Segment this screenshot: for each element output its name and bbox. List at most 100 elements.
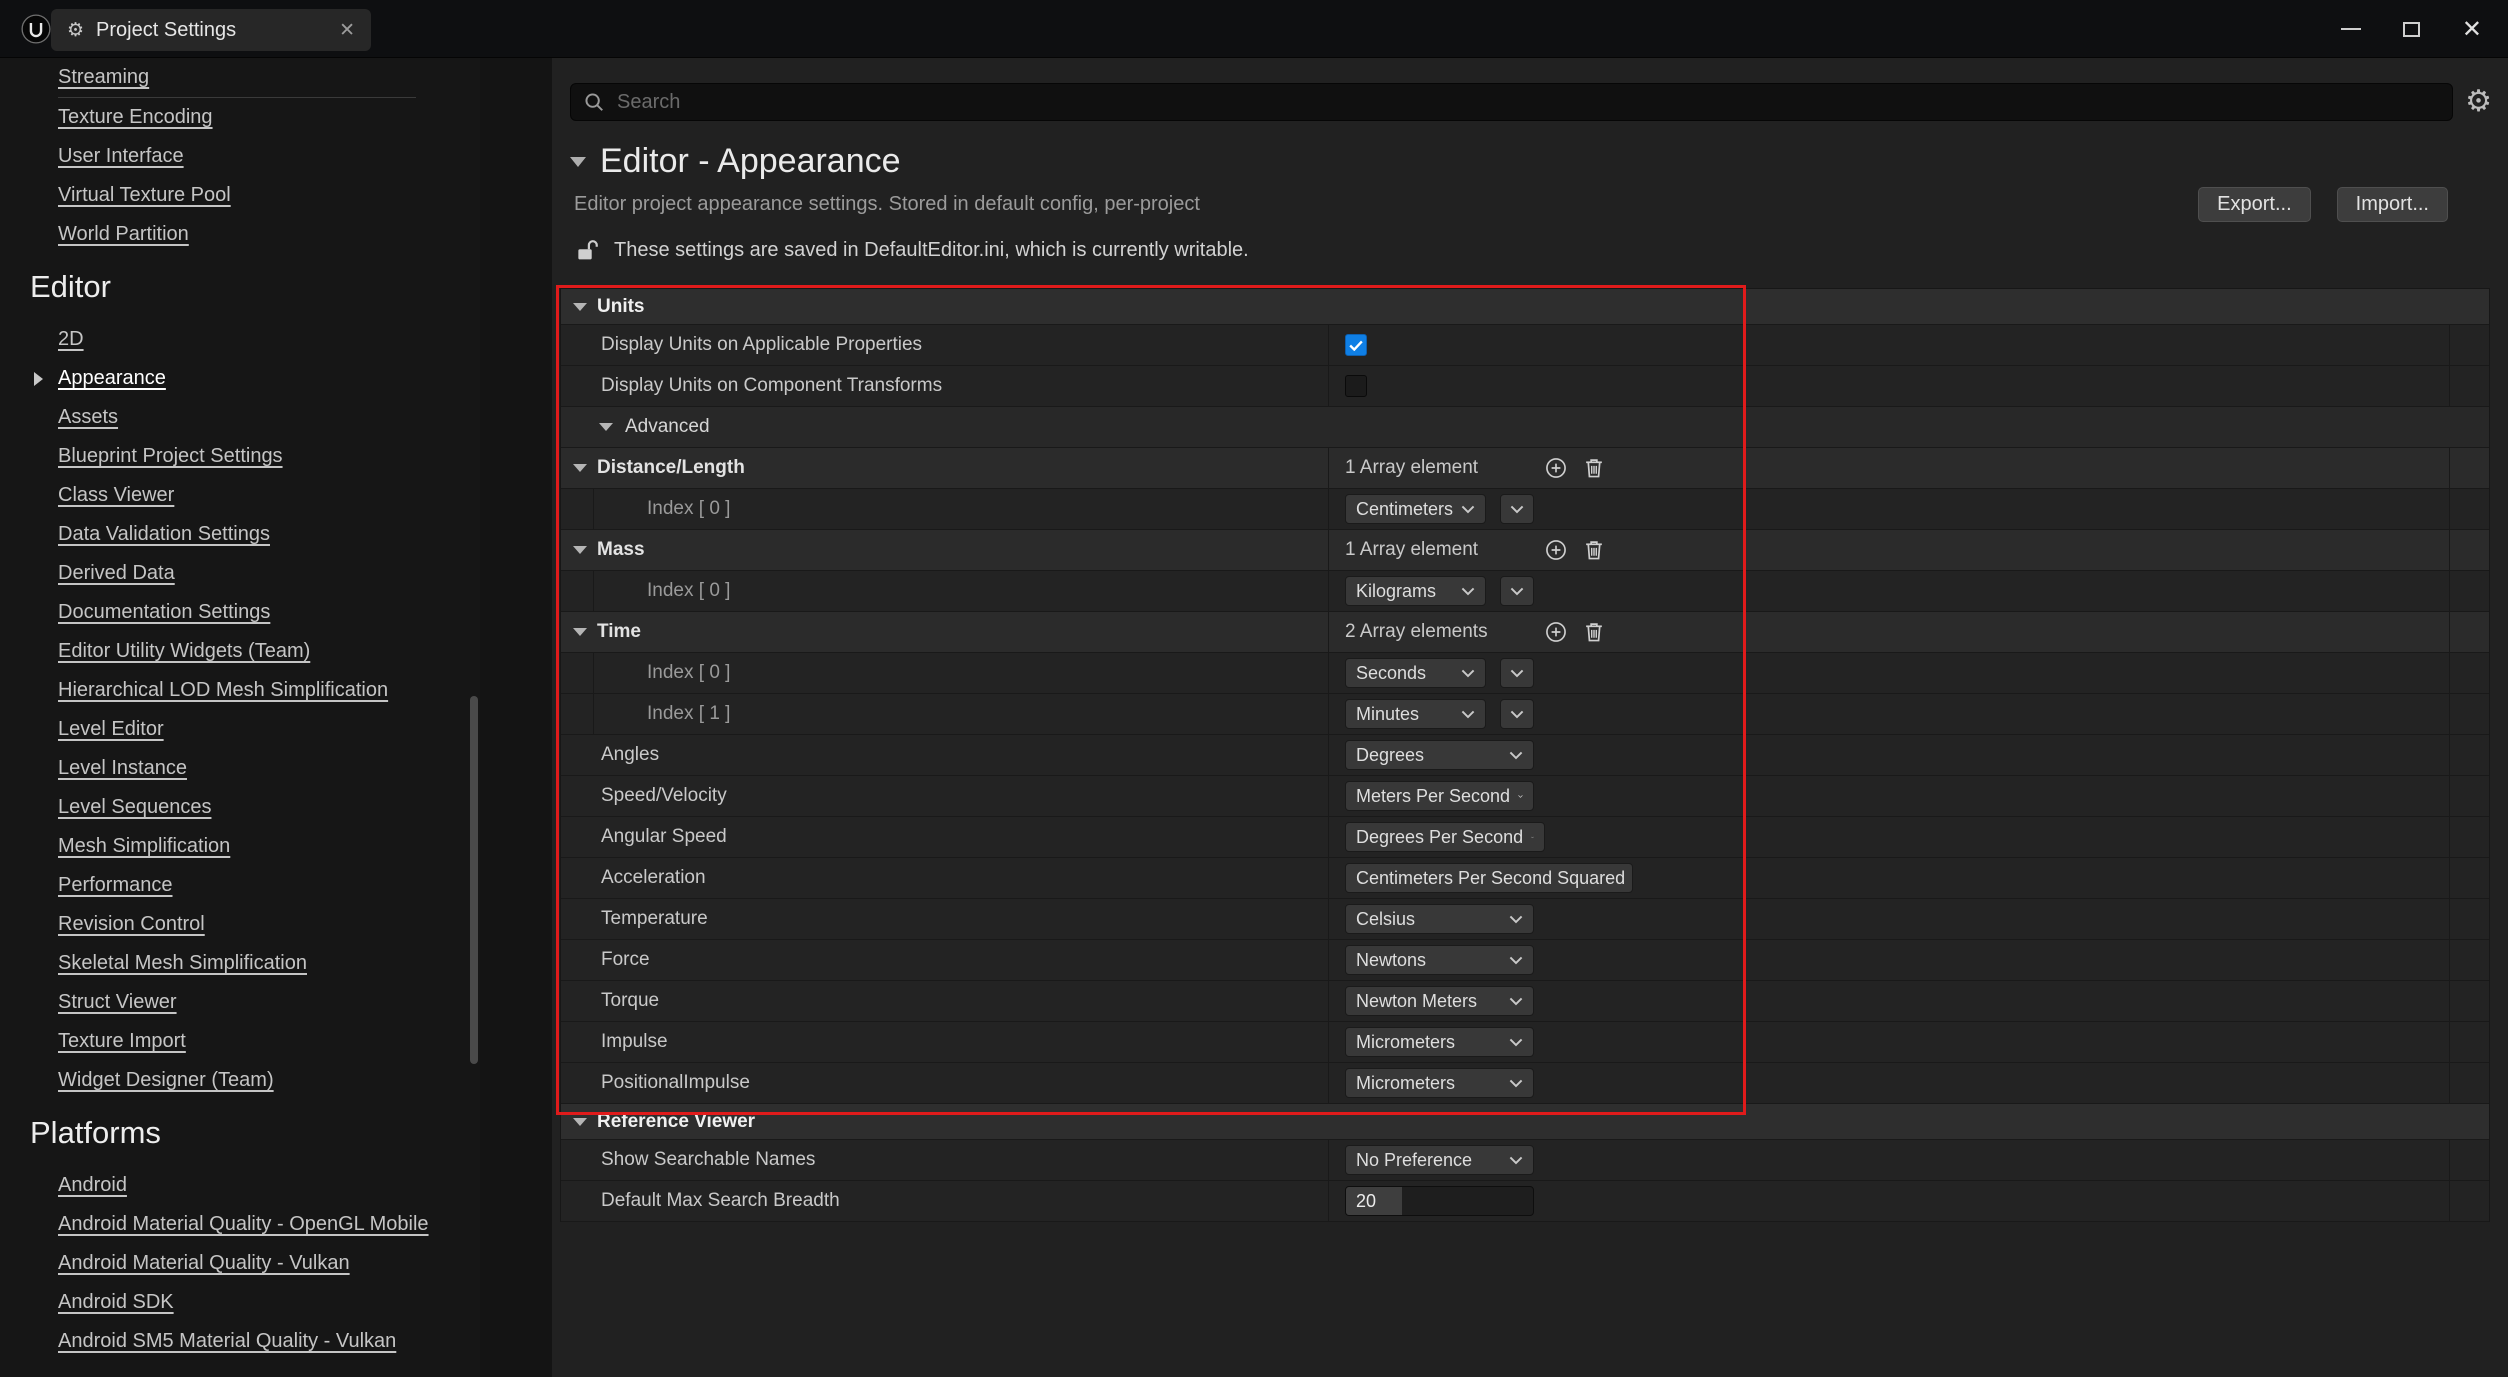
sidebar-item-data-validation-settings[interactable]: Data Validation Settings [0, 515, 480, 554]
reset-column [2449, 366, 2489, 406]
sidebar-item-texture-encoding[interactable]: Texture Encoding [0, 98, 480, 137]
minimize-icon[interactable] [2341, 28, 2361, 30]
section-header-units[interactable]: Units [561, 289, 2489, 325]
import-button[interactable]: Import... [2337, 187, 2448, 222]
sidebar-item-editor-utility-widgets-team[interactable]: Editor Utility Widgets (Team) [0, 632, 480, 671]
collapse-arrow-icon[interactable] [570, 157, 586, 167]
add-element-button[interactable] [1543, 455, 1569, 481]
sidebar-item-class-viewer[interactable]: Class Viewer [0, 476, 480, 515]
reset-column [2449, 858, 2489, 898]
sidebar-item-virtual-texture-pool[interactable]: Virtual Texture Pool [0, 176, 480, 215]
sidebar-item-documentation-settings[interactable]: Documentation Settings [0, 593, 480, 632]
empty-array-button[interactable] [1581, 619, 1607, 645]
show-searchable-names-dropdown[interactable]: No Preference [1345, 1145, 1534, 1175]
sidebar-item-performance[interactable]: Performance [0, 866, 480, 905]
indent-guide [593, 653, 594, 693]
tab-project-settings[interactable]: ⚙ Project Settings ✕ [51, 9, 371, 51]
export-button[interactable]: Export... [2198, 187, 2310, 222]
torque-dropdown[interactable]: Newton Meters [1345, 986, 1534, 1016]
angular-speed-dropdown[interactable]: Degrees Per Second [1345, 822, 1545, 852]
empty-array-button[interactable] [1581, 455, 1607, 481]
reset-column [2449, 940, 2489, 980]
selected-arrow-icon [34, 372, 43, 386]
array-row-distance-length[interactable]: Distance/Length 1 Array element [561, 448, 2489, 489]
sidebar-item-android-sm5-material-quality-vulkan[interactable]: Android SM5 Material Quality - Vulkan [0, 1322, 480, 1361]
sidebar-item-android[interactable]: Android [0, 1166, 480, 1205]
maximize-icon[interactable] [2403, 22, 2420, 37]
add-element-button[interactable] [1543, 619, 1569, 645]
element-options-button[interactable] [1500, 494, 1534, 524]
sidebar-item-level-editor[interactable]: Level Editor [0, 710, 480, 749]
acceleration-dropdown[interactable]: Centimeters Per Second Squared [1345, 863, 1633, 893]
sidebar-item-user-interface[interactable]: User Interface [0, 137, 480, 176]
array-index-row: Index [ 1 ] Minutes [561, 694, 2489, 735]
add-element-button[interactable] [1543, 537, 1569, 563]
default-max-search-breadth-input[interactable]: 20 [1345, 1186, 1534, 1216]
sidebar-item-widget-designer-team[interactable]: Widget Designer (Team) [0, 1061, 480, 1100]
time-0-dropdown[interactable]: Seconds [1345, 658, 1486, 688]
sidebar-item-appearance[interactable]: Appearance [0, 359, 480, 398]
distance-length-0-dropdown[interactable]: Centimeters [1345, 494, 1486, 524]
sidebar-item-texture-import[interactable]: Texture Import [0, 1022, 480, 1061]
empty-array-button[interactable] [1581, 537, 1607, 563]
array-count: 2 Array elements [1345, 621, 1531, 643]
sidebar-scrollbar-thumb[interactable] [470, 696, 478, 1064]
search-input[interactable] [615, 90, 2440, 115]
angles-dropdown[interactable]: Degrees [1345, 740, 1534, 770]
temperature-dropdown[interactable]: Celsius [1345, 904, 1534, 934]
sidebar-item-android-material-quality-vulkan[interactable]: Android Material Quality - Vulkan [0, 1244, 480, 1283]
sidebar-item-skeletal-mesh-simplification[interactable]: Skeletal Mesh Simplification [0, 944, 480, 983]
impulse-dropdown[interactable]: Micrometers [1345, 1027, 1534, 1057]
display-units-applicable-checkbox[interactable] [1345, 334, 1367, 356]
sidebar-item-struct-viewer[interactable]: Struct Viewer [0, 983, 480, 1022]
setting-row-angular-speed: Angular Speed Degrees Per Second [561, 817, 2489, 858]
display-units-transforms-checkbox[interactable] [1345, 375, 1367, 397]
sidebar-item-hierarchical-lod-mesh-simplification[interactable]: Hierarchical LOD Mesh Simplification [0, 671, 480, 710]
sidebar-item-android-sdk[interactable]: Android SDK [0, 1283, 480, 1322]
section-title: Reference Viewer [597, 1111, 755, 1133]
element-options-button[interactable] [1500, 658, 1534, 688]
sidebar-item-mesh-simplification[interactable]: Mesh Simplification [0, 827, 480, 866]
sidebar-item-level-sequences[interactable]: Level Sequences [0, 788, 480, 827]
speed-velocity-dropdown[interactable]: Meters Per Second [1345, 781, 1534, 811]
sidebar-item-android-material-quality-opengl-mobile[interactable]: Android Material Quality - OpenGL Mobile [0, 1205, 480, 1244]
chevron-down-icon [1510, 710, 1524, 719]
sidebar-item-level-instance[interactable]: Level Instance [0, 749, 480, 788]
sidebar-item-2d[interactable]: 2D [0, 320, 480, 359]
array-row-time[interactable]: Time 2 Array elements [561, 612, 2489, 653]
config-info-row: These settings are saved in DefaultEdito… [576, 238, 1249, 262]
force-dropdown[interactable]: Newtons [1345, 945, 1534, 975]
sidebar-item-revision-control[interactable]: Revision Control [0, 905, 480, 944]
reset-column [2449, 1140, 2489, 1180]
time-1-dropdown[interactable]: Minutes [1345, 699, 1486, 729]
tab-close-icon[interactable]: ✕ [339, 21, 355, 40]
mass-0-dropdown[interactable]: Kilograms [1345, 576, 1486, 606]
sidebar-item-derived-data[interactable]: Derived Data [0, 554, 480, 593]
spinbox-value: 20 [1346, 1191, 1376, 1212]
indent-guide [593, 694, 594, 734]
close-icon[interactable]: ✕ [2462, 17, 2482, 41]
setting-row-speed-velocity: Speed/Velocity Meters Per Second [561, 776, 2489, 817]
sidebar-item-assets[interactable]: Assets [0, 398, 480, 437]
array-row-mass[interactable]: Mass 1 Array element [561, 530, 2489, 571]
index-label-cell: Index [ 0 ] [561, 653, 1329, 693]
sidebar-item-world-partition[interactable]: World Partition [0, 215, 480, 254]
search-bar[interactable] [570, 83, 2453, 121]
settings-gear-icon[interactable]: ⚙ [2465, 87, 2492, 117]
sidebar-item-streaming[interactable]: Streaming [0, 58, 480, 97]
chevron-down-icon [1509, 751, 1523, 760]
page-subtitle: Editor project appearance settings. Stor… [574, 193, 1200, 216]
element-options-button[interactable] [1500, 576, 1534, 606]
chevron-down-icon [1509, 915, 1523, 924]
chevron-down-icon [1510, 505, 1524, 514]
reset-column [2449, 612, 2489, 652]
array-value-cell: 1 Array element [1329, 530, 2449, 570]
sidebar-item-blueprint-project-settings[interactable]: Blueprint Project Settings [0, 437, 480, 476]
sidebar-section-platforms: Platforms [0, 1100, 480, 1166]
advanced-expander[interactable]: Advanced [561, 407, 2489, 448]
setting-value-cell: Micrometers [1329, 1063, 2449, 1103]
section-header-reference-viewer[interactable]: Reference Viewer [561, 1104, 2489, 1140]
positional-impulse-dropdown[interactable]: Micrometers [1345, 1068, 1534, 1098]
element-options-button[interactable] [1500, 699, 1534, 729]
index-label-cell: Index [ 0 ] [561, 489, 1329, 529]
